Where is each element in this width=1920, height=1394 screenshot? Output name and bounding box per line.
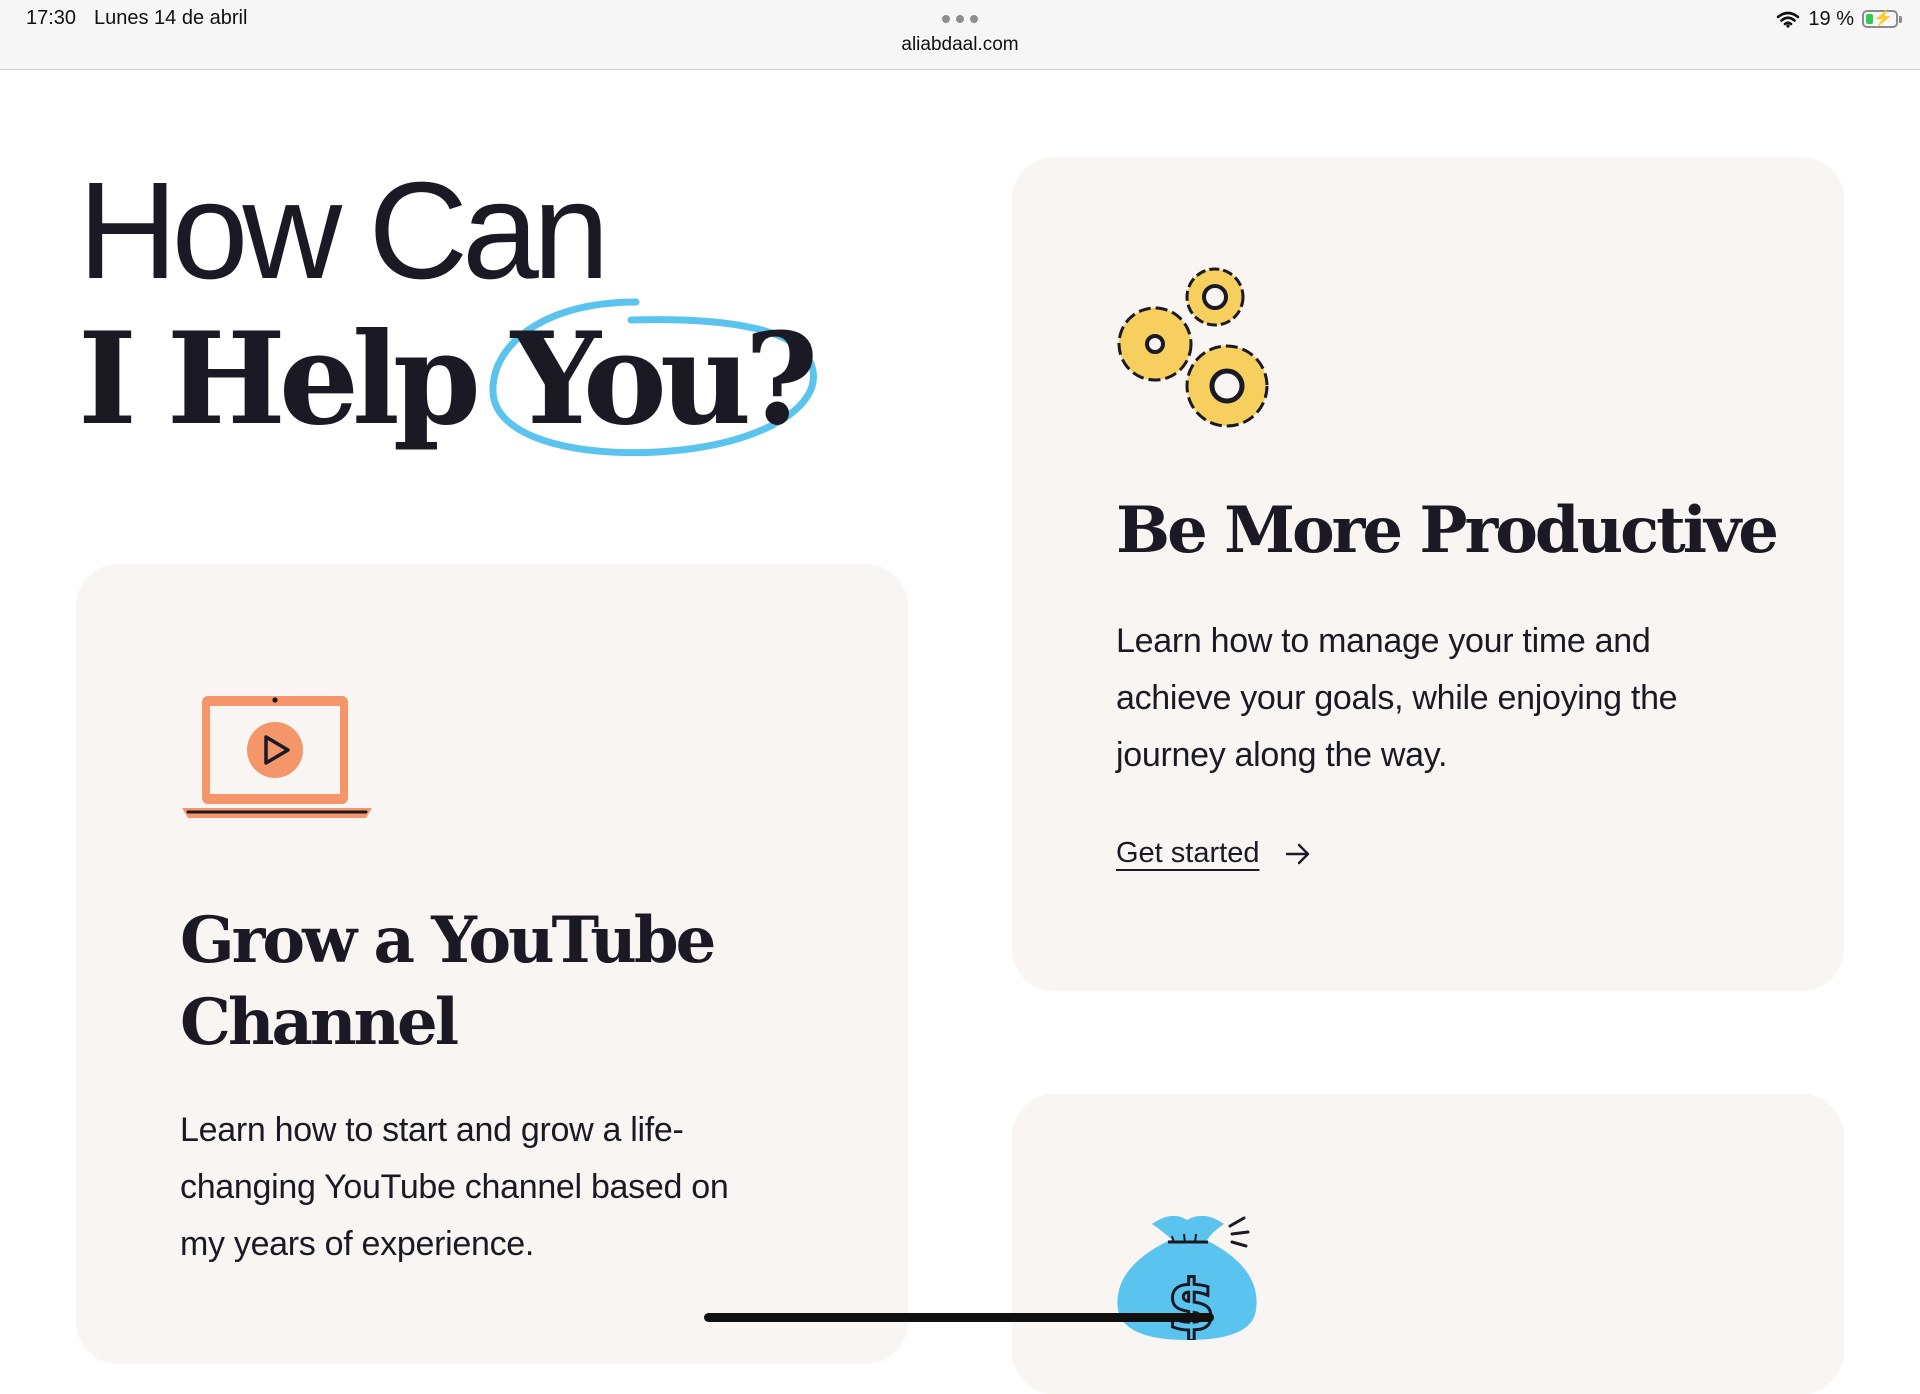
get-started-link[interactable]: Get started (1116, 837, 1311, 870)
card-description-line: my years of experience. (180, 1225, 535, 1263)
headline-highlight-text: You? (510, 305, 818, 453)
more-options-icon[interactable] (942, 14, 978, 24)
card-description-line: Learn how to manage your time and (1116, 622, 1651, 660)
card-description-line: Learn how to start and grow a life- (180, 1111, 684, 1149)
card-description: Learn how to manage your time and achiev… (1116, 613, 1678, 784)
card-description-line: changing YouTube channel based on (180, 1168, 729, 1206)
card-description-line: achieve your goals, while enjoying the (1116, 679, 1678, 717)
url-bar[interactable]: aliabdaal.com (0, 34, 1920, 56)
browser-status-bar: 17:30 Lunes 14 de abril aliabdaal.com 19… (0, 0, 1920, 70)
laptop-play-icon (182, 696, 372, 818)
card-title: Be More Productive (1116, 493, 1779, 568)
headline-line-2: I Help You? (78, 298, 818, 457)
arrow-right-icon (1286, 843, 1310, 864)
headline-line-1: How Can (78, 154, 610, 308)
card-description: Learn how to start and grow a life- chan… (180, 1102, 729, 1273)
card-title-line: Channel (180, 985, 459, 1060)
headline-text: I Help (78, 305, 511, 453)
wifi-icon (1777, 11, 1800, 28)
svg-text:$: $ (1167, 1265, 1216, 1340)
status-date: Lunes 14 de abril (94, 7, 248, 29)
card-be-more-productive[interactable]: Be More Productive Learn how to manage y… (1012, 157, 1844, 991)
card-description-line: journey along the way. (1116, 736, 1448, 774)
get-started-label: Get started (1116, 837, 1260, 869)
card-grow-youtube[interactable]: Grow a YouTube Channel Learn how to star… (76, 564, 908, 1364)
card-money[interactable]: $ (1012, 1094, 1844, 1394)
gears-icon (1117, 267, 1269, 428)
status-right: 19 % ⚡ (1776, 6, 1902, 32)
battery-percentage: 19 % (1808, 7, 1854, 30)
battery-charging-icon: ⚡ (1862, 10, 1902, 28)
status-time: 17:30 (26, 7, 77, 29)
headline-highlight: You? (489, 298, 818, 457)
home-indicator[interactable] (704, 1313, 1214, 1322)
card-title-line: Grow a YouTube (180, 903, 716, 978)
card-title: Grow a YouTube Channel (180, 900, 716, 1064)
